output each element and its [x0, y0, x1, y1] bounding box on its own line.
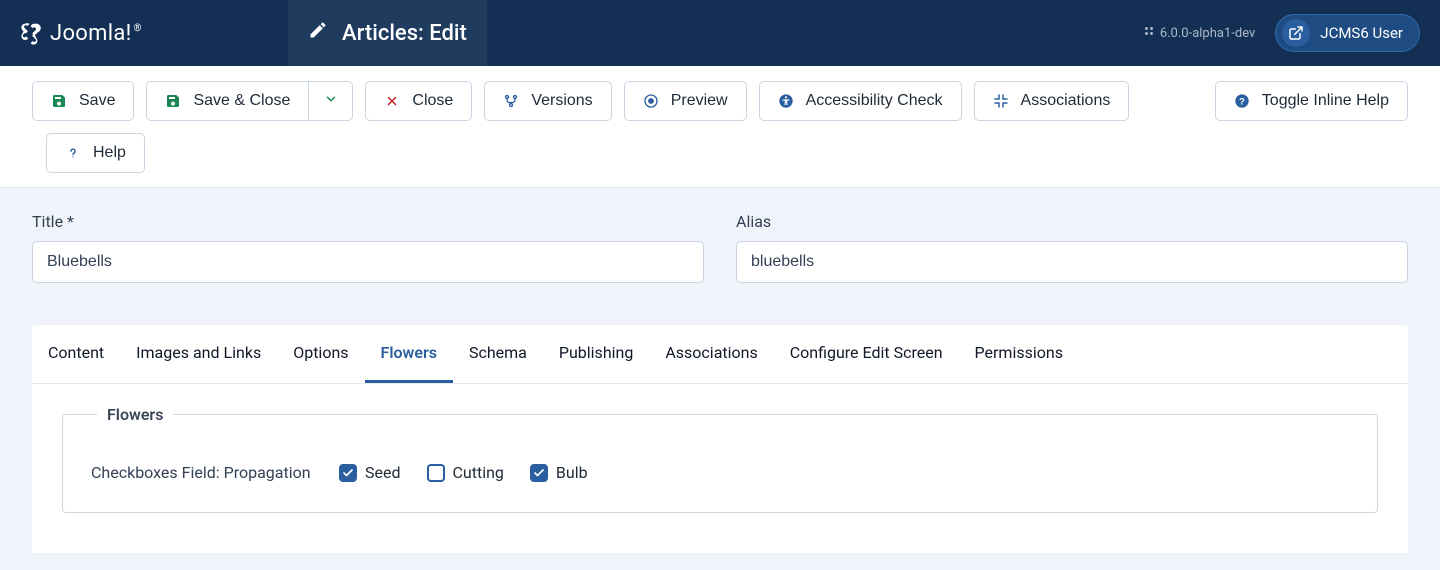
checkbox-bulb[interactable]: Bulb — [530, 463, 588, 482]
version-text: 6.0.0-alpha1-dev — [1160, 26, 1255, 41]
checkbox-box-icon — [339, 464, 357, 482]
joomla-small-icon — [1143, 25, 1155, 41]
branch-icon — [503, 93, 519, 109]
associations-button[interactable]: Associations — [974, 81, 1130, 121]
checkbox-field-label: Checkboxes Field: Propagation — [87, 463, 317, 482]
tab-body: Flowers Checkboxes Field: Propagation Se… — [32, 384, 1408, 553]
contract-icon — [993, 93, 1009, 109]
checkbox-options: Seed Cutting Bulb — [339, 463, 588, 482]
toggle-help-label: Toggle Inline Help — [1262, 92, 1389, 110]
alias-field: Alias — [736, 212, 1408, 283]
tab-configure-edit[interactable]: Configure Edit Screen — [774, 325, 959, 383]
alias-input[interactable] — [736, 241, 1408, 283]
chevron-down-icon — [324, 92, 338, 111]
brand[interactable]: Joomla!® — [0, 0, 288, 66]
save-close-button[interactable]: Save & Close — [146, 81, 309, 121]
toolbar: Save Save & Close Close — [0, 66, 1440, 188]
preview-label: Preview — [671, 92, 728, 110]
save-button[interactable]: Save — [32, 81, 134, 121]
accessibility-icon — [778, 93, 794, 109]
save-icon — [51, 93, 67, 109]
save-icon — [165, 93, 181, 109]
tabs-container: ContentImages and LinksOptionsFlowersSch… — [32, 325, 1408, 553]
help-button[interactable]: Help — [46, 133, 145, 173]
save-close-group: Save & Close — [146, 81, 353, 121]
checkbox-seed[interactable]: Seed — [339, 463, 401, 482]
tab-permissions[interactable]: Permissions — [959, 325, 1079, 383]
title-label: Title * — [32, 212, 704, 231]
version-tag[interactable]: 6.0.0-alpha1-dev — [1143, 25, 1255, 41]
tab-schema[interactable]: Schema — [453, 325, 543, 383]
accessibility-label: Accessibility Check — [806, 92, 943, 110]
checkbox-cutting[interactable]: Cutting — [427, 463, 504, 482]
external-link-icon — [1282, 19, 1310, 47]
topbar-right: 6.0.0-alpha1-dev JCMS6 User — [1143, 0, 1440, 66]
tab-images-links[interactable]: Images and Links — [120, 325, 277, 383]
tab-associations[interactable]: Associations — [649, 325, 773, 383]
svg-text:?: ? — [1239, 96, 1245, 106]
save-close-label: Save & Close — [193, 92, 290, 110]
alias-label: Alias — [736, 212, 1408, 231]
question-circle-icon: ? — [1234, 93, 1250, 109]
checkbox-label: Bulb — [556, 463, 588, 482]
versions-label: Versions — [531, 92, 592, 110]
close-icon — [384, 93, 400, 109]
title-field: Title * — [32, 212, 704, 283]
save-label: Save — [79, 92, 115, 110]
checkbox-label: Cutting — [453, 463, 504, 482]
checkbox-label: Seed — [365, 463, 401, 482]
flowers-fieldset: Flowers Checkboxes Field: Propagation Se… — [62, 414, 1378, 513]
help-label: Help — [93, 144, 126, 162]
save-close-dropdown[interactable] — [309, 81, 353, 121]
tab-flowers[interactable]: Flowers — [365, 325, 453, 383]
preview-button[interactable]: Preview — [624, 81, 747, 121]
checkbox-box-icon — [530, 464, 548, 482]
eye-icon — [643, 93, 659, 109]
tab-content[interactable]: Content — [32, 325, 120, 383]
tab-options[interactable]: Options — [277, 325, 364, 383]
page-title: Articles: Edit — [342, 21, 467, 46]
form-area: Title * Alias — [0, 188, 1440, 293]
page-title-bar: Articles: Edit — [288, 0, 487, 66]
checkbox-box-icon — [427, 464, 445, 482]
joomla-logo-icon — [16, 19, 44, 47]
user-menu[interactable]: JCMS6 User — [1275, 14, 1420, 52]
tab-publishing[interactable]: Publishing — [543, 325, 649, 383]
toggle-inline-help-button[interactable]: ? Toggle Inline Help — [1215, 81, 1408, 121]
versions-button[interactable]: Versions — [484, 81, 611, 121]
checkbox-field-row: Checkboxes Field: Propagation Seed Cuttin… — [87, 463, 1353, 482]
brand-name: Joomla!® — [50, 21, 142, 46]
fieldset-legend: Flowers — [97, 405, 173, 424]
title-input[interactable] — [32, 241, 704, 283]
close-label: Close — [412, 92, 453, 110]
user-name: JCMS6 User — [1320, 24, 1403, 42]
tabs: ContentImages and LinksOptionsFlowersSch… — [32, 325, 1408, 384]
accessibility-button[interactable]: Accessibility Check — [759, 81, 962, 121]
topbar: Joomla!® Articles: Edit 6.0.0-alpha1-dev… — [0, 0, 1440, 66]
question-icon — [65, 145, 81, 161]
associations-label: Associations — [1021, 92, 1111, 110]
close-button[interactable]: Close — [365, 81, 472, 121]
pencil-icon — [308, 20, 328, 46]
